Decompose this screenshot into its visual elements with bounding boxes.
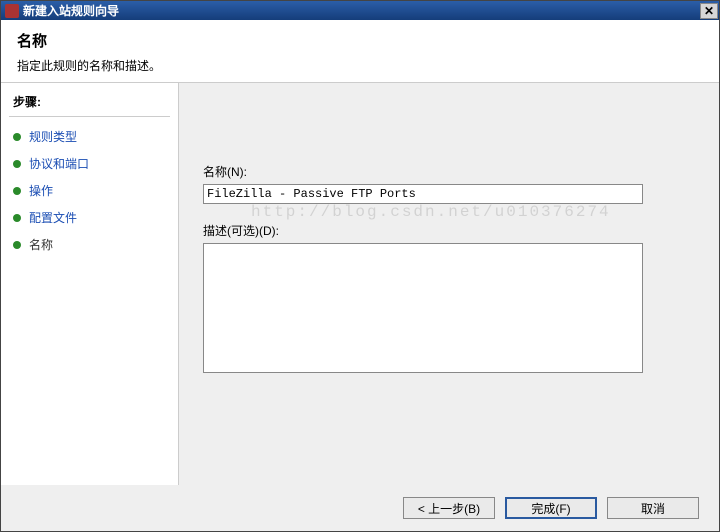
step-protocol-port[interactable]: 协议和端口 [1,150,178,177]
step-label: 协议和端口 [29,155,89,172]
step-bullet-icon [13,160,21,168]
body: 步骤: 规则类型 协议和端口 操作 配置文件 名称 [1,83,719,485]
step-name: 名称 [1,231,178,258]
step-bullet-icon [13,241,21,249]
content-pane: 名称(N): 描述(可选)(D): [179,83,719,485]
name-label: 名称(N): [203,163,695,180]
wizard-window: 新建入站规则向导 ✕ 名称 指定此规则的名称和描述。 步骤: 规则类型 协议和端… [0,0,720,532]
finish-button[interactable]: 完成(F) [505,497,597,519]
step-rule-type[interactable]: 规则类型 [1,123,178,150]
footer: < 上一步(B) 完成(F) 取消 [1,485,719,531]
step-profile[interactable]: 配置文件 [1,204,178,231]
step-label: 操作 [29,182,53,199]
cancel-button[interactable]: 取消 [607,497,699,519]
step-bullet-icon [13,187,21,195]
close-icon[interactable]: ✕ [700,3,718,19]
step-bullet-icon [13,214,21,222]
sidebar: 步骤: 规则类型 协议和端口 操作 配置文件 名称 [1,83,179,485]
sidebar-title: 步骤: [1,93,178,116]
step-action[interactable]: 操作 [1,177,178,204]
step-bullet-icon [13,133,21,141]
step-label: 规则类型 [29,128,77,145]
sidebar-separator [9,116,170,117]
step-label: 配置文件 [29,209,77,226]
titlebar: 新建入站规则向导 ✕ [1,1,719,20]
step-label: 名称 [29,236,53,253]
header: 名称 指定此规则的名称和描述。 [1,20,719,82]
app-icon [5,4,19,18]
description-label: 描述(可选)(D): [203,222,695,239]
window-title: 新建入站规则向导 [23,2,119,19]
page-title: 名称 [17,30,703,51]
name-input[interactable] [203,184,643,204]
description-input[interactable] [203,243,643,373]
back-button[interactable]: < 上一步(B) [403,497,495,519]
page-subtitle: 指定此规则的名称和描述。 [17,57,703,74]
